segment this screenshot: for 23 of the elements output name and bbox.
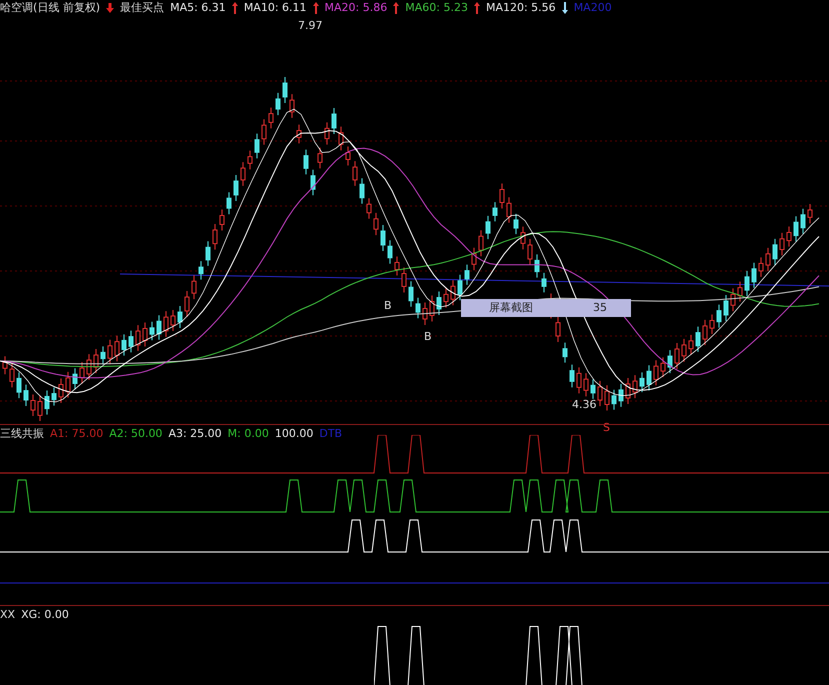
moving-average-label: MA5: 6.31	[170, 1, 226, 14]
tooltip-value: 35	[593, 301, 607, 314]
panel-title: XX	[0, 608, 16, 621]
high-price-label: 7.97	[298, 18, 322, 32]
indicator-value: 100.00	[274, 426, 314, 440]
moving-average-label: MA200	[574, 1, 612, 14]
indicator-value: XG: 0.00	[21, 608, 69, 621]
indicator-value: DTB	[319, 426, 342, 440]
indicator-value: A3: 25.00	[168, 426, 222, 440]
moving-average-label: MA60: 5.23	[405, 1, 468, 14]
low-price-label: 4.36	[572, 398, 596, 411]
buy-marker: B	[424, 330, 432, 343]
indicator-value: A1: 75.00	[50, 426, 104, 440]
indicator-value: M: 0.00	[228, 426, 269, 440]
chart-title: 哈空调(日线 前复权)	[0, 0, 100, 16]
tooltip-label: 屏幕截图	[489, 300, 533, 316]
signal-label: 最佳买点	[120, 0, 164, 16]
panel-title: 三线共振	[0, 426, 44, 441]
buy-marker: B	[384, 298, 392, 312]
indicator-value: A2: 50.00	[109, 426, 162, 440]
moving-average-label: MA20: 5.86	[324, 1, 388, 14]
moving-average-label: MA10: 6.11	[244, 1, 307, 14]
moving-average-label: MA120: 5.56	[486, 1, 556, 14]
